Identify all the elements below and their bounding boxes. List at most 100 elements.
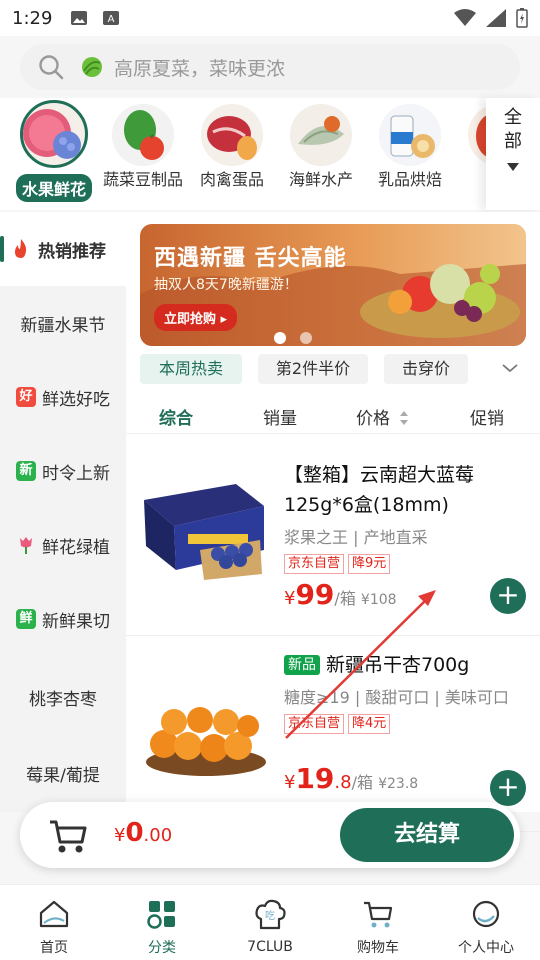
nav-cart[interactable]: 购物车 [324, 899, 432, 957]
seafood-image [290, 104, 352, 166]
search-icon [39, 55, 64, 80]
category-label: 蔬菜豆制品 [102, 170, 183, 189]
product-title: 【整箱】云南超大蓝莓125g*6盒(18mm) [284, 464, 475, 516]
sidebar-item-fresh-cut[interactable]: 鲜 新鲜果切 [0, 582, 126, 656]
category-label: 肉禽蛋品 [199, 170, 264, 189]
sidebar-item-label: 新鲜果切 [42, 611, 110, 632]
top-category-bar: 水果鲜花 蔬菜豆制品 肉禽蛋品 海鲜水产 乳品烘焙 餐 [0, 98, 540, 210]
sidebar-item-stone-fruit[interactable]: 桃李杏枣 [0, 660, 126, 734]
chip-lowest-price[interactable]: 击穿价 [384, 354, 468, 384]
sidebar-item-label: 鲜花绿植 [42, 537, 110, 558]
product-price: ¥19.8/箱 ¥23.8 [284, 762, 418, 795]
tag-discount: 降9元 [348, 554, 391, 574]
sidebar-item-label: 新疆水果节 [20, 315, 106, 336]
checkout-button[interactable]: 去结算 [340, 808, 514, 862]
chip-second-half-price[interactable]: 第2件半价 [258, 354, 368, 384]
sidebar-item-seasonal[interactable]: 新 时令上新 [0, 434, 126, 508]
category-fruit-flowers[interactable]: 水果鲜花 [11, 100, 97, 202]
price-value: 99 [295, 578, 335, 611]
shopping-cart-icon [364, 901, 393, 928]
cart-amount: 0 [125, 818, 144, 848]
search-bar[interactable]: 高原夏菜，菜味更浓 [20, 44, 520, 90]
status-time: 1:29 [12, 8, 53, 29]
product-subtitle: 浆果之王 | 产地直采 [284, 528, 428, 547]
sidebar-item-label: 鲜选好吃 [42, 389, 110, 410]
price-value: 19 [295, 762, 335, 795]
battery-icon [516, 8, 528, 28]
sidebar-item-xinjiang[interactable]: 新疆水果节 [0, 286, 126, 360]
sort-comprehensive[interactable]: 综合 [159, 404, 193, 429]
nav-home[interactable]: 首页 [0, 899, 108, 957]
dairy-bakery-image [379, 104, 441, 166]
carousel-dot [300, 332, 312, 344]
home-icon [39, 900, 69, 928]
tag-jd-self: 京东自营 [284, 714, 345, 734]
sidebar-item-hot[interactable]: 热销推荐 [0, 212, 126, 286]
svg-text:A: A [108, 14, 115, 25]
sidebar-item-label: 莓果/葡提 [26, 765, 100, 786]
new-badge-icon: 新 [16, 461, 36, 481]
cart-decimal: .00 [143, 825, 173, 846]
nav-category[interactable]: 分类 [108, 899, 216, 957]
chip-weekly-hot[interactable]: 本周热卖 [140, 354, 242, 384]
nav-7club[interactable]: 吃 7CLUB [216, 899, 324, 955]
signal-icon [486, 9, 506, 27]
sort-price-label: 价格 [356, 409, 390, 429]
vegetables-image [112, 104, 174, 166]
product-title: 新疆吊干杏700g [326, 654, 470, 676]
font-notification-icon: A [103, 11, 119, 25]
original-price: ¥23.8 [378, 776, 419, 792]
filter-chips: 本周热卖 第2件半价 击穿价 [140, 354, 540, 384]
product-subtitle: 糖度≥19 | 酸甜可口 | 美味可口 [284, 688, 509, 707]
promo-banner[interactable]: 西遇新疆 舌尖高能 抽双人8天7晚新疆游！ 立即抢购 ▸ [140, 224, 526, 346]
status-bar: 1:29 A [0, 0, 540, 36]
sidebar-item-flowers[interactable]: 鲜花绿植 [0, 508, 126, 582]
category-dairy-bakery[interactable]: 乳品烘焙 [367, 104, 453, 190]
product-price: ¥99/箱 ¥108 [284, 578, 397, 611]
search-placeholder: 高原夏菜，菜味更浓 [114, 57, 286, 80]
sort-promotion[interactable]: 促销 [470, 404, 504, 429]
nav-cart-label: 购物车 [357, 940, 399, 956]
banner-subline: 抽双人8天7晚新疆游！ [154, 277, 298, 293]
flame-icon [15, 239, 27, 258]
sidebar-item-label: 桃李杏枣 [29, 689, 97, 710]
price-decimal: .8 [334, 772, 352, 793]
tag-discount: 降4元 [348, 714, 391, 734]
category-meat-eggs[interactable]: 肉禽蛋品 [189, 104, 275, 190]
cart-icon[interactable] [48, 818, 88, 854]
add-to-cart-button[interactable]: + [490, 578, 526, 614]
sort-price[interactable]: 价格 [356, 404, 409, 429]
nav-category-label: 分类 [148, 940, 176, 956]
sidebar-item-good-picks[interactable]: 好 鲜选好吃 [0, 360, 126, 434]
nav-profile[interactable]: 个人中心 [432, 899, 540, 957]
add-to-cart-button[interactable]: + [490, 770, 526, 806]
category-seafood[interactable]: 海鲜水产 [278, 104, 364, 190]
sidebar-item-label: 热销推荐 [38, 241, 106, 262]
category-vegetables[interactable]: 蔬菜豆制品 [100, 104, 186, 190]
wifi-icon [454, 9, 476, 26]
svg-text:吃: 吃 [265, 909, 275, 922]
profile-icon [472, 900, 500, 928]
blueberry-product-image [144, 484, 264, 580]
product-title-row: 新品 新疆吊干杏700g [284, 650, 524, 680]
category-label: 海鲜水产 [288, 170, 353, 189]
product-card[interactable]: 【整箱】云南超大蓝莓125g*6盒(18mm) 浆果之王 | 产地直采 京东自营… [126, 440, 540, 636]
banner-cta-button[interactable]: 立即抢购 ▸ [154, 304, 238, 331]
all-categories-button[interactable]: 全 部 [486, 98, 540, 210]
carousel-dot-active [274, 332, 286, 344]
sidebar-item-berries[interactable]: 莓果/葡提 [0, 736, 126, 810]
bottom-nav: 首页 分类 吃 7CLUB 购物车 个人中心 [0, 884, 540, 960]
sort-tabs: 综合 销量 价格 促销 [126, 398, 540, 434]
sort-arrows-icon [400, 411, 409, 425]
original-price: ¥108 [360, 592, 397, 608]
cart-total: ¥0.00 [114, 818, 172, 848]
sidebar-item-label: 时令上新 [42, 463, 110, 484]
category-grid-icon [147, 901, 175, 929]
sort-sales[interactable]: 销量 [263, 404, 297, 429]
category-label: 乳品烘焙 [377, 170, 442, 189]
sidebar: 热销推荐 新疆水果节 好 鲜选好吃 新 时令上新 鲜花绿植 鲜 新鲜果切 桃李杏… [0, 212, 126, 812]
price-unit: /箱 [351, 773, 374, 792]
image-notification-icon [71, 11, 87, 25]
chevron-down-icon[interactable] [502, 362, 518, 374]
meat-eggs-image [201, 104, 263, 166]
